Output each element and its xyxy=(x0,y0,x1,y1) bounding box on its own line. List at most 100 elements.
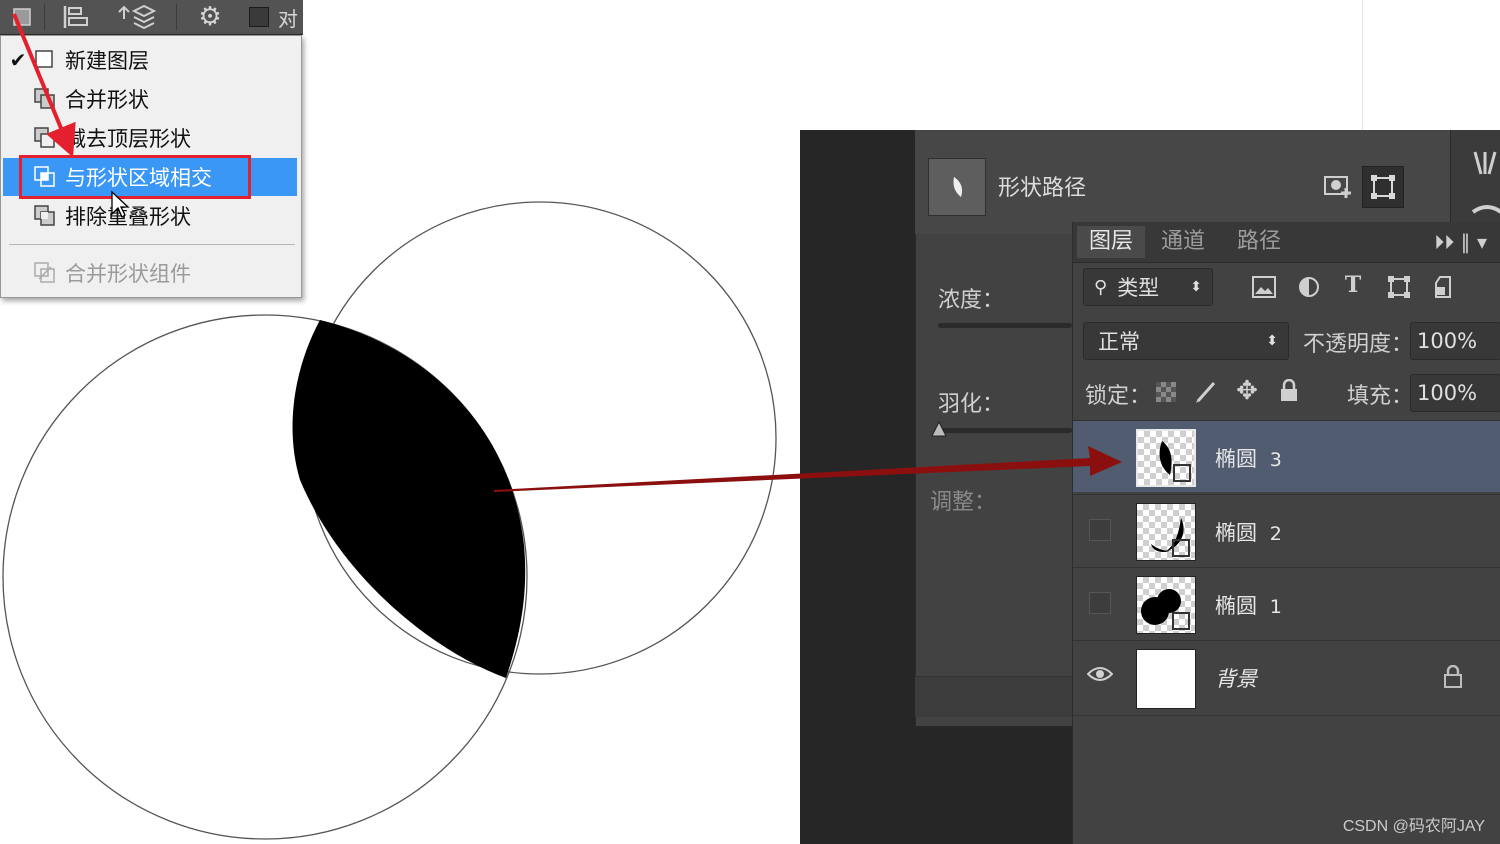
path-transform-icon xyxy=(1371,175,1395,199)
menu-item-merge-shape-components[interactable]: 合并形状组件 xyxy=(3,254,297,292)
layer-thumbnail xyxy=(1136,576,1196,634)
gear-button[interactable]: ⚙ xyxy=(190,2,230,32)
exclude-overlapping-icon xyxy=(33,204,57,228)
lock-pixels-icon[interactable] xyxy=(1193,378,1221,406)
eye-visibility-icon xyxy=(1086,667,1114,681)
path-alignment-button[interactable] xyxy=(56,2,96,32)
feather-slider-handle[interactable] xyxy=(930,420,948,438)
shape-filter-icon[interactable] xyxy=(1385,273,1413,301)
intersection-shape xyxy=(292,320,526,678)
fill-value: 100% xyxy=(1417,381,1478,405)
pixel-layer-filter-icon[interactable] xyxy=(1250,273,1278,301)
adjust-label: 调整： xyxy=(930,490,997,515)
align-edges-checkbox[interactable] xyxy=(244,2,274,32)
tab-layers[interactable]: 图层 xyxy=(1077,226,1146,258)
gear-icon: ⚙ xyxy=(198,2,222,32)
lock-transparency-icon[interactable] xyxy=(1156,382,1176,402)
checkbox-box xyxy=(249,7,269,27)
lock-all-icon[interactable] xyxy=(1275,377,1303,405)
layers-panel: 图层 通道 路径 ⏵⏵ ∥ ▾ ⚲ 类型 ⬍ T 正常 ⬍ 不透明度： 100%… xyxy=(1072,222,1500,844)
feather-slider[interactable] xyxy=(938,428,1072,433)
filter-type-label: 类型 xyxy=(1117,276,1160,300)
annotation-highlight-box xyxy=(19,155,251,199)
layer-thumbnail xyxy=(1136,503,1196,561)
layer-row-ellipse-1[interactable]: 椭圆 1 xyxy=(1073,567,1500,639)
layer-thumbnail xyxy=(1136,429,1196,487)
half-circle-icon xyxy=(1299,277,1319,297)
updown-icon: ⬍ xyxy=(1266,333,1278,349)
filter-type-select[interactable]: ⚲ 类型 ⬍ xyxy=(1083,268,1213,306)
opacity-label: 不透明度： xyxy=(1303,332,1414,357)
checkmark-icon: ✔ xyxy=(9,48,27,72)
menu-item-exclude-overlapping-shapes[interactable]: 排除重叠形状 xyxy=(3,197,297,235)
mouse-cursor-icon xyxy=(111,190,130,218)
image-icon xyxy=(1252,276,1276,298)
properties-title: 形状路径 xyxy=(998,176,1087,201)
layer-name: 椭圆 xyxy=(1215,447,1257,471)
shape-path-thumbnail xyxy=(928,158,986,216)
menu-separator xyxy=(9,244,295,245)
subtract-front-shape-icon xyxy=(33,126,57,150)
visibility-toggle[interactable] xyxy=(1089,519,1111,541)
layers-tabbar: 图层 通道 路径 ⏵⏵ ∥ ▾ xyxy=(1073,222,1500,263)
padlock-icon xyxy=(1281,379,1297,401)
layer-row-ellipse-3[interactable]: 椭圆 3 xyxy=(1073,420,1500,492)
panel-side-strip xyxy=(1450,130,1500,230)
align-edges-label: 对 xyxy=(278,6,298,31)
vector-mask-button[interactable] xyxy=(1362,166,1404,208)
combine-shapes-icon xyxy=(33,87,57,111)
watermark: CSDN @码农阿JAY xyxy=(1342,818,1485,835)
intersection-thumb-icon xyxy=(1159,441,1191,482)
blend-mode-select[interactable]: 正常 ⬍ xyxy=(1083,322,1289,360)
lock-position-icon[interactable]: ✥ xyxy=(1233,376,1261,406)
path-arrangement-button[interactable] xyxy=(112,2,160,32)
menu-item-subtract-front-shape[interactable]: 减去顶层形状 xyxy=(3,119,297,157)
properties-footer xyxy=(915,676,1072,717)
path-options-toolbar: ⚙ 对 xyxy=(0,0,303,35)
fill-input[interactable]: 100% xyxy=(1410,374,1500,412)
layer-row-ellipse-2[interactable]: 椭圆 2 xyxy=(1073,494,1500,566)
mask-add-button[interactable] xyxy=(1322,170,1356,204)
path-operations-button[interactable] xyxy=(4,2,40,32)
panel-menu-icon[interactable]: ⏵⏵ ∥ ▾ xyxy=(1434,230,1487,254)
layer-row-background[interactable]: 背景 xyxy=(1073,640,1500,716)
document-icon xyxy=(1435,276,1451,298)
merged-shape-thumb-icon xyxy=(1141,589,1190,630)
padlock-icon xyxy=(1444,664,1462,688)
path-operations-icon xyxy=(13,8,31,26)
layer-name: 背景 xyxy=(1215,667,1257,691)
layer-number: 2 xyxy=(1269,523,1282,545)
path-arrangement-icon xyxy=(118,4,156,30)
tab-channels[interactable]: 通道 xyxy=(1149,226,1217,258)
opacity-input[interactable]: 100% xyxy=(1410,322,1500,360)
brush-tools-icon xyxy=(1471,151,1500,214)
layer-lock-icon xyxy=(1443,664,1463,693)
transform-box-icon xyxy=(1388,276,1410,298)
opacity-value: 100% xyxy=(1417,329,1478,353)
blend-mode-value: 正常 xyxy=(1098,330,1140,354)
layer-number: 3 xyxy=(1269,449,1282,471)
type-filter-icon[interactable]: T xyxy=(1339,271,1367,299)
layer-label: 椭圆 2 xyxy=(1215,517,1282,547)
path-alignment-icon xyxy=(63,6,88,28)
updown-icon: ⬍ xyxy=(1190,279,1202,295)
add-mask-icon xyxy=(1324,176,1351,198)
tab-paths[interactable]: 路径 xyxy=(1225,226,1293,258)
menu-item-new-layer[interactable]: ✔ 新建图层 xyxy=(3,41,297,79)
adjustment-filter-icon[interactable] xyxy=(1295,273,1323,301)
merge-components-icon xyxy=(33,261,57,285)
crescent-thumb-icon xyxy=(1151,518,1190,557)
smart-object-filter-icon[interactable] xyxy=(1431,273,1459,301)
layer-label: 椭圆 1 xyxy=(1215,590,1282,620)
menu-item-label: 新建图层 xyxy=(65,49,149,73)
visibility-toggle[interactable] xyxy=(1089,592,1111,614)
menu-item-combine-shapes[interactable]: 合并形状 xyxy=(3,80,297,118)
density-slider[interactable] xyxy=(938,323,1072,328)
eye-icon[interactable] xyxy=(1086,665,1114,687)
menu-item-label: 合并形状组件 xyxy=(65,262,191,286)
canvas-divider xyxy=(1362,0,1363,130)
brush-icon xyxy=(1196,382,1216,403)
layer-thumbnail xyxy=(1136,649,1196,709)
menu-item-label: 减去顶层形状 xyxy=(65,127,191,151)
layer-name: 椭圆 xyxy=(1215,594,1257,618)
